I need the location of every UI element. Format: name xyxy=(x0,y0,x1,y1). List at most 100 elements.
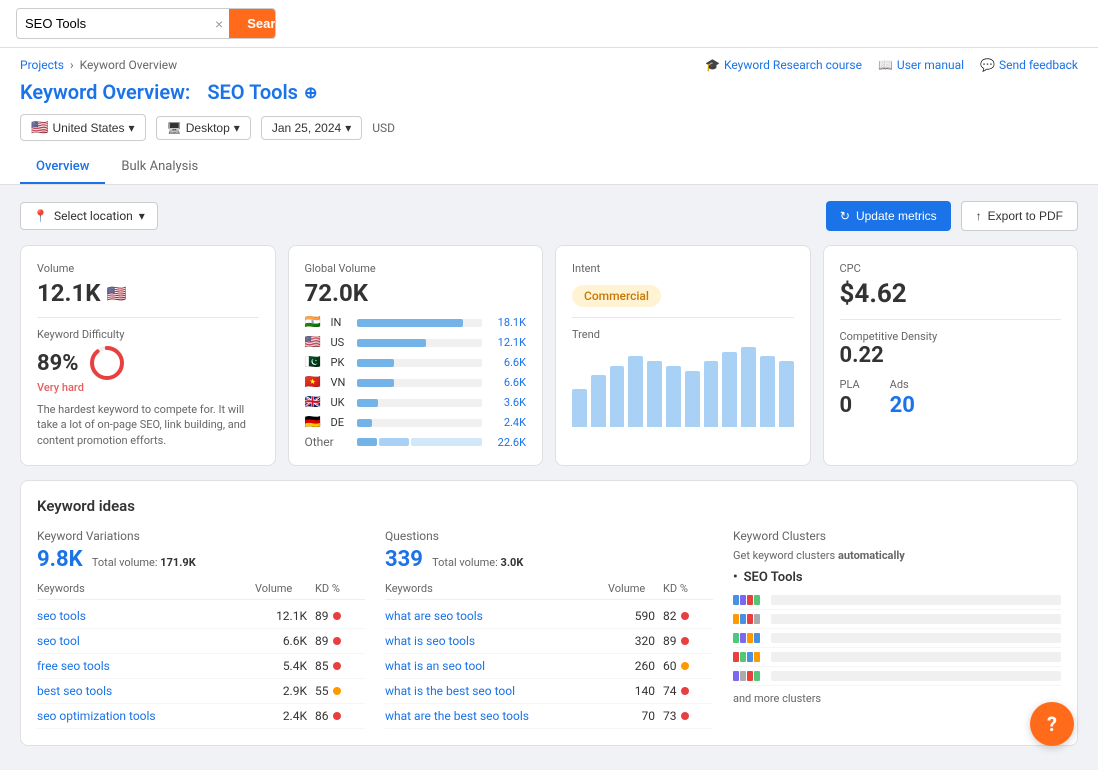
keyword-ideas-grid: Keyword Variations 9.8K Total volume: 17… xyxy=(37,529,1061,729)
manual-link[interactable]: 📖 User manual xyxy=(878,58,964,72)
tab-bulk-analysis[interactable]: Bulk Analysis xyxy=(105,151,214,184)
keyword-link[interactable]: what is an seo tool xyxy=(385,659,608,673)
keyword-link[interactable]: what are seo tools xyxy=(385,609,608,623)
country-code: VN xyxy=(331,376,351,389)
device-icon: 🖥 xyxy=(167,121,182,135)
keyword-link[interactable]: free seo tools xyxy=(37,659,255,673)
breadcrumb-projects[interactable]: Projects xyxy=(20,58,64,72)
country-value: 12.1K xyxy=(488,336,526,349)
global-volume-card: Global Volume 72.0K 🇮🇳 IN 18.1K 🇺🇸 US 12… xyxy=(288,245,544,466)
search-button[interactable]: Search xyxy=(229,9,276,38)
update-metrics-button[interactable]: ↻ Update metrics xyxy=(826,201,951,231)
cluster-row-text xyxy=(771,633,1061,643)
variations-table: Keywords Volume KD % seo tools 12.1K 89 … xyxy=(37,582,365,729)
questions-table: Keywords Volume KD % what are seo tools … xyxy=(385,582,713,729)
device-label: Desktop xyxy=(186,121,230,135)
trend-bar xyxy=(779,361,794,427)
country-bar-fill xyxy=(357,319,464,327)
kd-value: 89% xyxy=(37,345,259,381)
keyword-link[interactable]: what is the best seo tool xyxy=(385,684,608,698)
table-row: what are seo tools 590 82 xyxy=(385,604,713,629)
cluster-color-bar xyxy=(733,671,739,681)
country-value: 6.6K xyxy=(488,356,526,369)
feedback-link[interactable]: 💬 Send feedback xyxy=(980,58,1078,72)
questions-section: Questions 339 Total volume: 3.0K Keyword… xyxy=(385,529,713,729)
date-filter[interactable]: Jan 25, 2024 ▾ xyxy=(261,116,362,140)
country-row: 🇬🇧 UK 3.6K xyxy=(305,395,527,410)
list-item xyxy=(733,667,1061,686)
trend-label: Trend xyxy=(572,328,794,341)
tab-overview[interactable]: Overview xyxy=(20,151,105,184)
country-row: 🇮🇳 IN 18.1K xyxy=(305,315,527,330)
kd-cell: 89 xyxy=(315,634,365,648)
table-row: what is seo tools 320 89 xyxy=(385,629,713,654)
country-bar-track xyxy=(357,379,483,387)
help-button[interactable]: ? xyxy=(1030,702,1074,746)
keyword-link[interactable]: seo tool xyxy=(37,634,255,648)
keyword-link[interactable]: seo tools xyxy=(37,609,255,623)
volume-cell: 590 xyxy=(608,609,663,623)
toolbar: 📍 Select location ▾ ↻ Update metrics ↑ E… xyxy=(20,201,1078,231)
kd-dot xyxy=(333,637,341,645)
country-flag: 🇺🇸 xyxy=(31,119,48,136)
kd-dot xyxy=(333,687,341,695)
other-bars xyxy=(357,438,483,446)
cluster-color-bar xyxy=(740,671,746,681)
cluster-color-bar xyxy=(747,671,753,681)
cluster-color-bar xyxy=(754,595,760,605)
course-link[interactable]: 🎓 Keyword Research course xyxy=(705,58,862,72)
kd-number: 82 xyxy=(663,609,677,623)
variations-table-header: Keywords Volume KD % xyxy=(37,582,365,600)
intent-badge: Commercial xyxy=(572,285,661,307)
device-filter[interactable]: 🖥 Desktop ▾ xyxy=(156,116,251,140)
export-pdf-button[interactable]: ↑ Export to PDF xyxy=(961,201,1078,231)
kd-dot xyxy=(681,612,689,620)
add-keyword-icon[interactable]: ⊕ xyxy=(304,83,317,102)
location-select[interactable]: 📍 Select location ▾ xyxy=(20,202,158,230)
main-content: 📍 Select location ▾ ↻ Update metrics ↑ E… xyxy=(0,185,1098,762)
volume-value: 12.1K 🇺🇸 xyxy=(37,279,259,307)
keyword-ideas-title: Keyword ideas xyxy=(37,497,1061,515)
more-clusters-label: and more clusters xyxy=(733,692,1061,705)
breadcrumb-sep: › xyxy=(70,58,74,72)
country-row: 🇻🇳 VN 6.6K xyxy=(305,375,527,390)
cluster-color-bar xyxy=(733,633,739,643)
trend-bar xyxy=(666,366,681,427)
kd-cell: 89 xyxy=(663,634,713,648)
other-bar-1 xyxy=(357,438,377,446)
kd-cell: 73 xyxy=(663,709,713,723)
kd-dot xyxy=(681,637,689,645)
search-input[interactable] xyxy=(17,10,209,37)
country-flag-icon: 🇬🇧 xyxy=(305,395,325,410)
date-chevron: ▾ xyxy=(345,121,351,135)
kd-number: 73 xyxy=(663,709,677,723)
pla-ads-row: PLA 0 Ads 20 xyxy=(840,378,1062,418)
location-label: Select location xyxy=(54,209,133,223)
kd-number: 74 xyxy=(663,684,677,698)
table-row: what are the best seo tools 70 73 xyxy=(385,704,713,729)
kd-dot xyxy=(333,662,341,670)
volume-cell: 70 xyxy=(608,709,663,723)
country-flag-icon: 🇩🇪 xyxy=(305,415,325,430)
kd-dot xyxy=(681,687,689,695)
intent-label: Intent xyxy=(572,262,794,275)
device-chevron: ▾ xyxy=(234,121,240,135)
kd-cell: 82 xyxy=(663,609,713,623)
country-list: 🇮🇳 IN 18.1K 🇺🇸 US 12.1K 🇵🇰 PK 6.6K 🇻🇳 VN… xyxy=(305,315,527,449)
clear-button[interactable]: × xyxy=(209,12,229,36)
country-bar-fill xyxy=(357,419,372,427)
volume-cell: 260 xyxy=(608,659,663,673)
keyword-link[interactable]: what is seo tools xyxy=(385,634,608,648)
country-value: 2.4K xyxy=(488,416,526,429)
keyword-link[interactable]: what are the best seo tools xyxy=(385,709,608,723)
cluster-name: SEO Tools xyxy=(733,570,1061,585)
country-bar-track xyxy=(357,339,483,347)
keyword-link[interactable]: seo optimization tools xyxy=(37,709,255,723)
trend-bar xyxy=(722,352,737,427)
keyword-link[interactable]: best seo tools xyxy=(37,684,255,698)
keyword-ideas-section: Keyword ideas Keyword Variations 9.8K To… xyxy=(20,480,1078,746)
keyword-variations-section: Keyword Variations 9.8K Total volume: 17… xyxy=(37,529,365,729)
refresh-icon: ↻ xyxy=(840,209,850,223)
volume-label: Volume xyxy=(37,262,259,275)
country-filter[interactable]: 🇺🇸 United States ▾ xyxy=(20,114,146,141)
